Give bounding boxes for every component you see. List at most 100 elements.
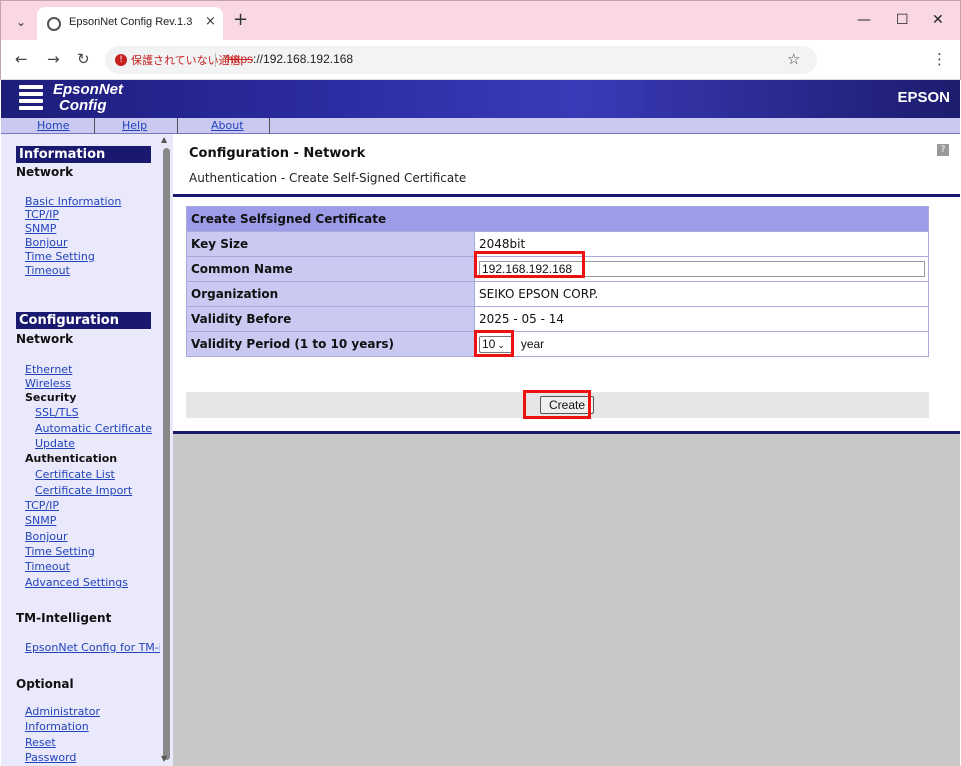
table-row: Validity Period (1 to 10 years) 10 ⌄ year: [186, 331, 929, 357]
sidebar-conf-network: Network: [16, 332, 74, 346]
validity-period-select[interactable]: 10 ⌄: [479, 335, 513, 353]
sidebar: Information Network Basic Information TC…: [1, 134, 173, 766]
maximize-icon[interactable]: ☐: [896, 11, 909, 29]
app-logo-text: EpsonNet Config: [53, 82, 123, 114]
validity-before-value: 2025 - 05 - 14: [474, 306, 929, 332]
sidebar-item-administrator[interactable]: Administrator: [25, 704, 100, 719]
main-content: Configuration - Network ? Authentication…: [173, 134, 960, 766]
tab-close-icon[interactable]: ×: [205, 14, 216, 29]
browser-tab[interactable]: EpsonNet Config Rev.1.3 ×: [37, 7, 223, 41]
validity-period-label: Validity Period (1 to 10 years): [186, 331, 475, 357]
globe-icon: [47, 17, 61, 31]
menu-bar: Home Help About: [1, 118, 960, 134]
sidebar-optional-heading: Optional: [16, 677, 74, 691]
top-divider: [173, 194, 960, 197]
sidebar-info-network: Network: [16, 165, 74, 179]
sidebar-authentication-group: Authentication: [25, 452, 118, 465]
browser-tab-bar: ⌄ EpsonNet Config Rev.1.3 × + — ☐ ✕: [0, 0, 961, 41]
sidebar-item-password[interactable]: Password: [25, 750, 76, 765]
certificate-form-table: Create Selfsigned Certificate Key Size 2…: [186, 206, 929, 357]
scroll-down-icon[interactable]: ▼: [161, 754, 167, 763]
sidebar-item-optional-information[interactable]: Information: [25, 719, 89, 734]
sidebar-item-time-setting[interactable]: Time Setting: [25, 249, 95, 264]
page-title: Configuration - Network: [189, 146, 366, 161]
common-name-input[interactable]: [479, 261, 925, 277]
scroll-up-icon[interactable]: ▲: [161, 135, 167, 144]
reload-icon[interactable]: ↻: [77, 50, 90, 68]
main-panel: Configuration - Network ? Authentication…: [173, 134, 960, 434]
omnibox-separator: [215, 53, 216, 67]
sidebar-item-tcpip[interactable]: TCP/IP: [25, 207, 59, 222]
sidebar-item-bonjour[interactable]: Bonjour: [25, 235, 68, 250]
help-icon[interactable]: ?: [937, 144, 949, 156]
url-omnibox[interactable]: ! 保護されていない通信 https://192.168.192.168: [105, 46, 817, 74]
app-header: EpsonNet Config EPSON: [1, 80, 960, 118]
chevron-down-icon: ⌄: [497, 339, 505, 350]
sidebar-item-conf-time-setting[interactable]: Time Setting: [25, 544, 95, 559]
url-text[interactable]: https://192.168.192.168: [227, 52, 353, 66]
menu-home[interactable]: Home: [37, 118, 69, 133]
sidebar-item-update[interactable]: Update: [35, 436, 75, 451]
epsonnet-logo-icon: [19, 85, 43, 113]
create-button[interactable]: Create: [540, 396, 594, 414]
validity-period-cell: 10 ⌄ year: [474, 331, 929, 357]
sidebar-item-certificate-import[interactable]: Certificate Import: [35, 483, 132, 498]
organization-label: Organization: [186, 281, 475, 307]
sidebar-item-timeout[interactable]: Timeout: [25, 263, 70, 278]
bookmark-star-icon[interactable]: ☆: [787, 50, 800, 68]
common-name-cell: [474, 256, 929, 282]
common-name-label: Common Name: [186, 256, 475, 282]
sidebar-item-advanced-settings[interactable]: Advanced Settings: [25, 575, 128, 590]
browser-menu-icon[interactable]: ⋮: [932, 50, 947, 68]
sidebar-information-heading: Information: [16, 146, 151, 163]
table-header: Create Selfsigned Certificate: [186, 206, 929, 232]
sidebar-item-wireless[interactable]: Wireless: [25, 376, 71, 391]
logo-line-2: Config: [59, 97, 107, 114]
menu-about[interactable]: About: [211, 118, 244, 133]
sidebar-configuration-heading: Configuration: [16, 312, 151, 329]
sidebar-security-group: Security: [25, 391, 77, 404]
page-subtitle: Authentication - Create Self-Signed Cert…: [189, 171, 467, 185]
sidebar-item-reset[interactable]: Reset: [25, 735, 56, 750]
sidebar-item-conf-bonjour[interactable]: Bonjour: [25, 529, 68, 544]
back-icon[interactable]: ←: [15, 50, 28, 68]
sidebar-scroll-thumb[interactable]: [163, 148, 170, 760]
organization-value: SEIKO EPSON CORP.: [474, 281, 929, 307]
validity-before-label: Validity Before: [186, 306, 475, 332]
minimize-icon[interactable]: —: [857, 11, 871, 29]
table-row: Organization SEIKO EPSON CORP.: [186, 281, 929, 307]
tab-title: EpsonNet Config Rev.1.3: [69, 16, 193, 28]
forward-icon[interactable]: →: [47, 50, 60, 68]
menu-divider: [269, 118, 270, 134]
menu-help[interactable]: Help: [122, 118, 147, 133]
url-scheme: https: [227, 52, 254, 66]
sidebar-tm-intelligent-heading: TM-Intelligent: [16, 611, 112, 625]
sidebar-item-ssl-tls[interactable]: SSL/TLS: [35, 405, 79, 420]
tab-search-chevron-icon[interactable]: ⌄: [13, 14, 29, 30]
validity-period-unit: year: [520, 337, 545, 351]
menu-divider: [94, 118, 95, 134]
security-label[interactable]: 保護されていない通信: [131, 52, 241, 68]
sidebar-item-epsonnet-config-tm-i[interactable]: EpsonNet Config for TM-i: [25, 640, 162, 655]
address-bar: ← → ↻ ! 保護されていない通信 https://192.168.192.1…: [0, 40, 961, 80]
brand-name: EPSON: [897, 89, 950, 106]
validity-period-value: 10: [482, 336, 496, 351]
sidebar-item-ethernet[interactable]: Ethernet: [25, 362, 72, 377]
sidebar-item-snmp[interactable]: SNMP: [25, 221, 56, 236]
sidebar-item-automatic-certificate[interactable]: Automatic Certificate: [35, 421, 152, 436]
url-host: ://192.168.192.168: [253, 52, 354, 66]
sidebar-item-conf-timeout[interactable]: Timeout: [25, 559, 70, 574]
sidebar-item-conf-snmp[interactable]: SNMP: [25, 513, 56, 528]
button-band: Create: [186, 392, 929, 418]
key-size-value: 2048bit: [474, 231, 929, 257]
table-row: Key Size 2048bit: [186, 231, 929, 257]
close-window-icon[interactable]: ✕: [932, 11, 944, 29]
logo-line-1: EpsonNet: [53, 81, 124, 98]
bottom-divider: [173, 431, 960, 434]
key-size-label: Key Size: [186, 231, 475, 257]
not-secure-icon[interactable]: !: [115, 54, 127, 66]
new-tab-icon[interactable]: +: [233, 10, 248, 30]
sidebar-item-conf-tcpip[interactable]: TCP/IP: [25, 498, 59, 513]
sidebar-item-certificate-list[interactable]: Certificate List: [35, 467, 115, 482]
menu-divider: [177, 118, 178, 134]
